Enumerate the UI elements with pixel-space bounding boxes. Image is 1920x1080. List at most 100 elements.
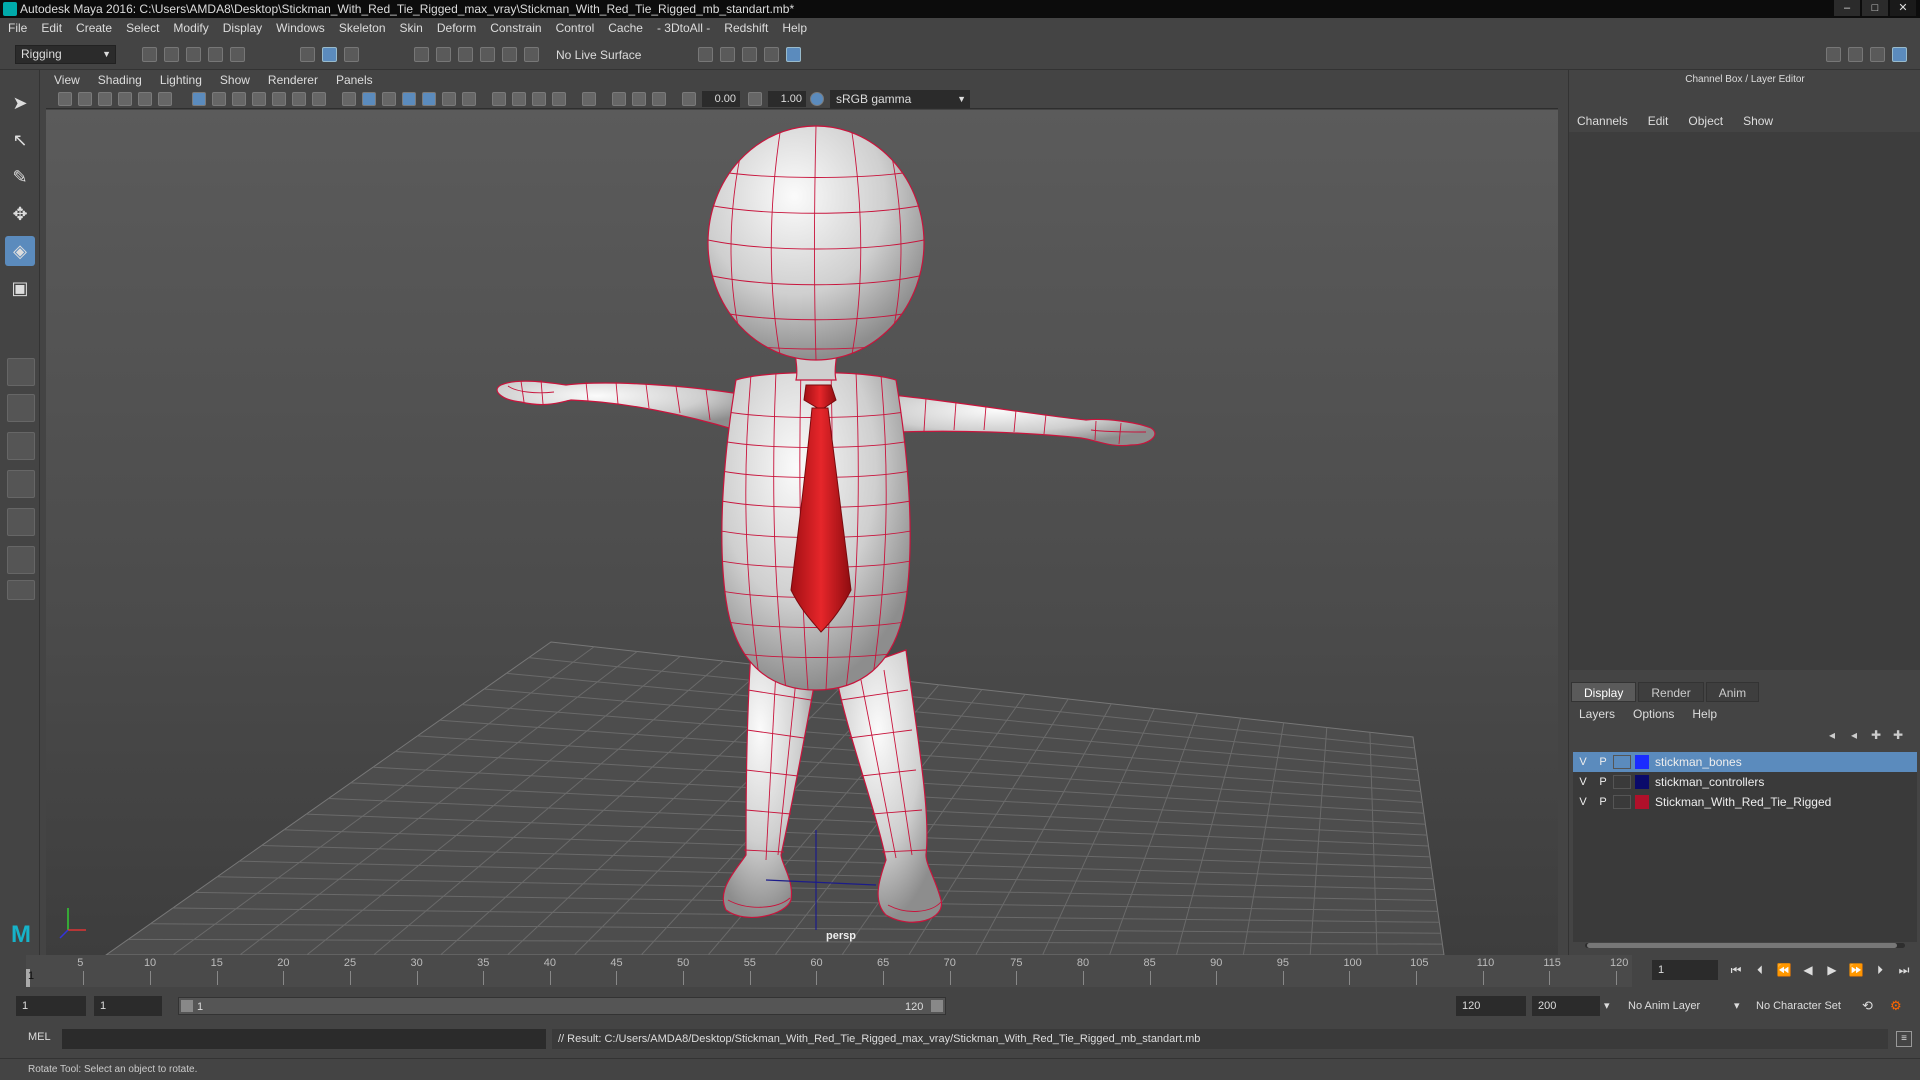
safe-action-icon[interactable] [292,92,306,106]
lasso-tool-icon[interactable]: ↖ [5,125,35,155]
menu-control[interactable]: Control [556,21,595,35]
animation-start-field[interactable]: 1 [16,996,86,1016]
attribute-editor-icon[interactable] [1848,47,1863,62]
undo-icon[interactable] [208,47,223,62]
hypershade-icon[interactable] [786,47,801,62]
step-forward-frame-icon[interactable]: ⏵ [1872,962,1888,978]
view-transform-select[interactable]: sRGB gamma ▼ [830,90,970,108]
anti-aliasing-icon[interactable] [532,92,546,106]
layer-visibility-toggle[interactable]: V [1573,776,1593,788]
cb-menu-object[interactable]: Object [1688,114,1723,128]
maximize-button[interactable]: □ [1862,0,1888,16]
tool-settings-icon[interactable] [1870,47,1885,62]
go-to-start-icon[interactable]: ⏮ [1728,962,1744,978]
panel-menu-panels[interactable]: Panels [336,73,373,87]
gamma-field[interactable]: 1.00 [768,91,806,107]
panel-menu-renderer[interactable]: Renderer [268,73,318,87]
menu-edit[interactable]: Edit [41,21,62,35]
menu-select[interactable]: Select [126,21,159,35]
render-settings-icon[interactable] [698,47,713,62]
minimize-button[interactable]: – [1834,0,1860,16]
script-language-toggle[interactable]: MEL [28,1031,51,1043]
tab-display[interactable]: Display [1571,682,1637,702]
panel-menu-shading[interactable]: Shading [98,73,142,87]
layer-playback-toggle[interactable]: P [1593,796,1613,808]
depth-of-field-icon[interactable] [552,92,566,106]
chevron-down-icon[interactable]: ▾ [1734,997,1740,1015]
camera-attributes-icon[interactable] [78,92,92,106]
ipr-render-icon[interactable] [742,47,757,62]
xray-joints-icon[interactable] [652,92,666,106]
preferences-icon[interactable]: ⚙ [1890,997,1902,1015]
gate-mask-icon[interactable] [252,92,266,106]
le-menu-help[interactable]: Help [1692,707,1717,721]
range-start-handle[interactable] [181,1000,193,1012]
layer-visibility-toggle[interactable]: V [1573,756,1593,768]
auto-key-icon[interactable]: ⟲ [1862,997,1873,1015]
exposure-icon[interactable] [682,92,696,106]
wireframe-on-shaded-icon[interactable] [402,92,416,106]
step-back-key-icon[interactable]: ⏪ [1776,962,1792,978]
play-forwards-icon[interactable]: ▶ [1824,962,1840,978]
time-slider[interactable]: 1 5 10 15 20 25 30 35 40 45 50 55 60 65 70 75 80 85 90 95 1… [26,955,1632,987]
layer-row[interactable]: V P Stickman_With_Red_Tie_Rigged [1573,792,1917,812]
go-to-end-icon[interactable]: ⏭ [1896,962,1912,978]
layer-playback-toggle[interactable]: P [1593,756,1613,768]
chevron-down-icon[interactable]: ▾ [1604,997,1610,1015]
move-layer-down-icon[interactable]: ◂ [1846,728,1862,742]
redo-icon[interactable] [230,47,245,62]
layer-row[interactable]: V P stickman_bones [1573,752,1917,772]
layer-color-swatch[interactable] [1635,755,1649,769]
textured-icon[interactable] [422,92,436,106]
layer-playback-toggle[interactable]: P [1593,776,1613,788]
move-tool-icon[interactable]: ✥ [5,199,35,229]
select-component-icon[interactable] [344,47,359,62]
use-all-lights-icon[interactable] [442,92,456,106]
grid-icon[interactable] [192,92,206,106]
xray-active-icon[interactable] [632,92,646,106]
snap-live-icon[interactable] [524,47,539,62]
grease-pencil-icon[interactable] [158,92,172,106]
move-layer-up-icon[interactable]: ◂ [1824,728,1840,742]
layer-visibility-toggle[interactable]: V [1573,796,1593,808]
menu-help[interactable]: Help [782,21,807,35]
anim-layer-select[interactable]: No Anim Layer [1628,997,1700,1015]
layer-display-type-toggle[interactable] [1613,775,1631,789]
smooth-shade-icon[interactable] [362,92,376,106]
rotate-tool-icon[interactable]: ◈ [5,236,35,266]
select-tool-icon[interactable]: ➤ [5,88,35,118]
tab-render[interactable]: Render [1638,682,1704,702]
select-hierarchy-icon[interactable] [300,47,315,62]
menu-file[interactable]: File [8,21,27,35]
single-perspective-layout-icon[interactable] [7,358,35,386]
panel-menu-lighting[interactable]: Lighting [160,73,202,87]
new-layer-selected-icon[interactable]: ✚ [1890,728,1906,742]
range-end-handle[interactable] [931,1000,943,1012]
script-editor-icon[interactable]: ≡ [1896,1031,1912,1047]
snap-surface-icon[interactable] [502,47,517,62]
menu-skin[interactable]: Skin [400,21,423,35]
le-menu-layers[interactable]: Layers [1579,707,1615,721]
snap-view-icon[interactable] [480,47,495,62]
modeling-toolkit-icon[interactable] [1826,47,1841,62]
film-gate-icon[interactable] [212,92,226,106]
xray-icon[interactable] [612,92,626,106]
channel-box-toggle-icon[interactable] [1892,47,1907,62]
custom-layout-icon[interactable] [7,546,35,574]
layer-row[interactable]: V P stickman_controllers [1573,772,1917,792]
step-forward-key-icon[interactable]: ⏩ [1848,962,1864,978]
layer-display-type-toggle[interactable] [1613,795,1631,809]
panel-menu-view[interactable]: View [54,73,80,87]
menu-constrain[interactable]: Constrain [490,21,541,35]
resolution-gate-icon[interactable] [232,92,246,106]
new-empty-layer-icon[interactable]: ✚ [1868,728,1884,742]
wireframe-icon[interactable] [342,92,356,106]
cb-menu-channels[interactable]: Channels [1577,114,1628,128]
default-material-icon[interactable] [382,92,396,106]
layer-display-type-toggle[interactable] [1613,755,1631,769]
layer-color-swatch[interactable] [1635,795,1649,809]
character-set-select[interactable]: No Character Set [1756,997,1841,1015]
snap-curve-icon[interactable] [436,47,451,62]
image-plane-icon[interactable] [118,92,132,106]
le-menu-options[interactable]: Options [1633,707,1674,721]
